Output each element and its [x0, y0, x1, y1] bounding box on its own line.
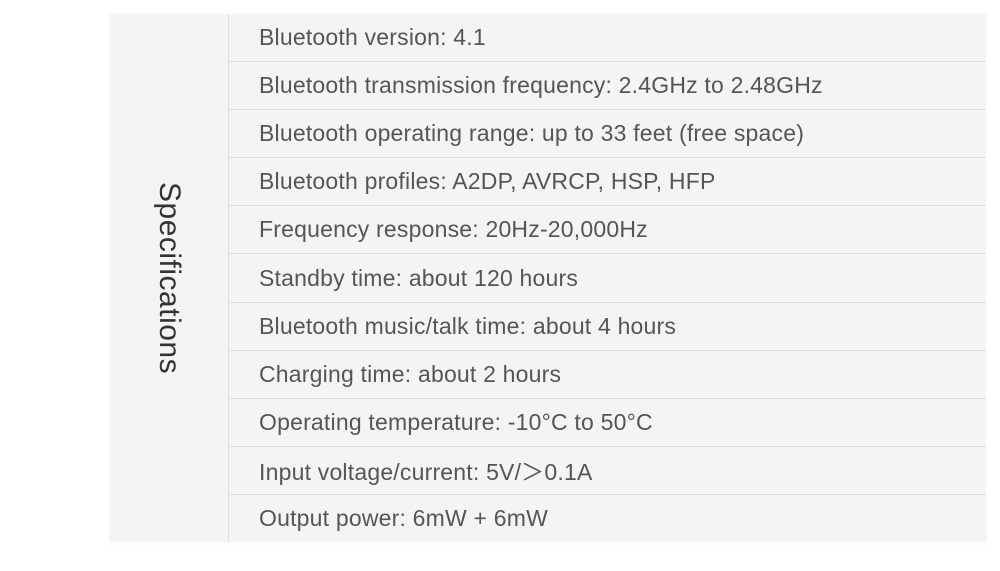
- spec-row: Bluetooth operating range: up to 33 feet…: [229, 110, 986, 158]
- spec-row: Operating temperature: -10°C to 50°C: [229, 399, 986, 447]
- spec-row: Standby time: about 120 hours: [229, 254, 986, 302]
- spec-title: Specifications: [152, 182, 186, 374]
- spec-title-column: Specifications: [110, 14, 229, 542]
- spec-row: Input voltage/current: 5V/＞0.1A: [229, 447, 986, 495]
- specifications-card: Specifications Bluetooth version: 4.1 Bl…: [110, 14, 986, 542]
- spec-row: Bluetooth profiles: A2DP, AVRCP, HSP, HF…: [229, 158, 986, 206]
- spec-rows: Bluetooth version: 4.1 Bluetooth transmi…: [229, 14, 986, 542]
- spec-row: Frequency response: 20Hz-20,000Hz: [229, 206, 986, 254]
- spec-row: Charging time: about 2 hours: [229, 351, 986, 399]
- spec-row: Bluetooth version: 4.1: [229, 14, 986, 62]
- spec-row: Output power: 6mW + 6mW: [229, 495, 986, 542]
- spec-row: Bluetooth music/talk time: about 4 hours: [229, 303, 986, 351]
- spec-row: Bluetooth transmission frequency: 2.4GHz…: [229, 62, 986, 110]
